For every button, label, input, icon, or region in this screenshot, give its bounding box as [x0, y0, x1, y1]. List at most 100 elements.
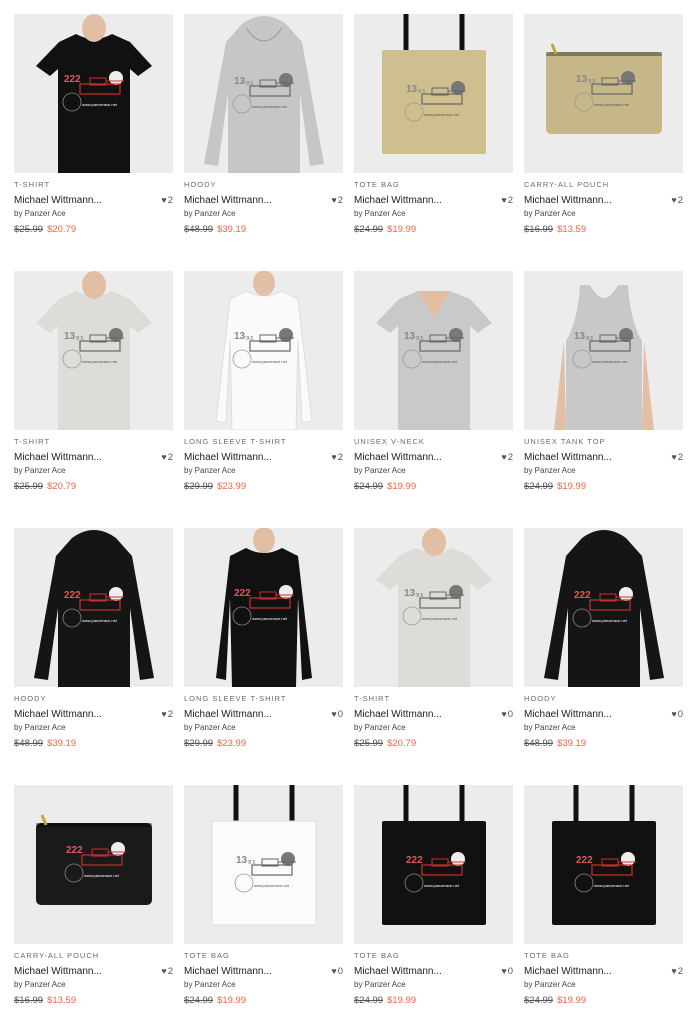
svg-text:www.panzerace.net: www.panzerace.net [252, 359, 288, 364]
like-button[interactable]: ♥2 [671, 966, 683, 977]
product-title[interactable]: Michael Wittmann... [14, 709, 102, 720]
product-category: HOODY [524, 694, 557, 703]
product-image[interactable]: 13₃₁ www.panzerace.net [14, 271, 173, 430]
product-card[interactable]: 222 www.panzerace.net HOODY Michael Witt… [524, 528, 683, 768]
like-button[interactable]: ♥2 [671, 195, 683, 206]
artist-link[interactable]: by Panzer Ace [524, 209, 576, 218]
product-title[interactable]: Michael Wittmann... [524, 709, 612, 720]
product-card[interactable]: 13₃₁ www.panzerace.net UNISEX V-NECK Mic… [354, 271, 513, 511]
artist-link[interactable]: by Panzer Ace [14, 466, 66, 475]
product-card[interactable]: 222 www.panzerace.net TOTE BAG Michael W… [354, 785, 513, 1025]
like-button[interactable]: ♥2 [501, 195, 513, 206]
artist-link[interactable]: by Panzer Ace [184, 980, 236, 989]
artist-link[interactable]: by Panzer Ace [354, 980, 406, 989]
like-button[interactable]: ♥0 [501, 966, 513, 977]
like-button[interactable]: ♥2 [331, 195, 343, 206]
artist-link[interactable]: by Panzer Ace [354, 209, 406, 218]
artist-link[interactable]: by Panzer Ace [524, 980, 576, 989]
product-card[interactable]: 222 www.panzerace.net CARRY-ALL POUCH Mi… [14, 785, 173, 1025]
product-category: LONG SLEEVE T-SHIRT [184, 437, 287, 446]
artist-link[interactable]: by Panzer Ace [524, 723, 576, 732]
product-card[interactable]: 222 www.panzerace.net LONG SLEEVE T-SHIR… [184, 528, 343, 768]
artist-link[interactable]: by Panzer Ace [354, 723, 406, 732]
like-button[interactable]: ♥0 [331, 709, 343, 720]
product-card[interactable]: 222 www.panzerace.net HOODY Michael Witt… [14, 528, 173, 768]
like-button[interactable]: ♥2 [161, 966, 173, 977]
product-title[interactable]: Michael Wittmann... [354, 709, 442, 720]
like-button[interactable]: ♥2 [501, 452, 513, 463]
like-button[interactable]: ♥2 [671, 452, 683, 463]
artist-link[interactable]: by Panzer Ace [184, 723, 236, 732]
product-image[interactable]: 13₃₁ www.panzerace.net [354, 271, 513, 430]
like-button[interactable]: ♥2 [161, 452, 173, 463]
like-button[interactable]: ♥0 [501, 709, 513, 720]
product-card[interactable]: 222 www.panzerace.net TOTE BAG Michael W… [524, 785, 683, 1025]
like-button[interactable]: ♥2 [161, 195, 173, 206]
original-price: $16.99 [14, 995, 44, 1006]
product-image[interactable]: 13₃₁ www.panzerace.net [524, 14, 683, 173]
sale-price: $39.19 [557, 738, 587, 749]
product-category: CARRY-ALL POUCH [14, 951, 100, 960]
sale-price: $39.19 [47, 738, 77, 749]
like-button[interactable]: ♥0 [671, 709, 683, 720]
product-image[interactable]: 222 www.panzerace.net [14, 14, 173, 173]
product-category: TOTE BAG [354, 180, 400, 189]
product-title[interactable]: Michael Wittmann... [184, 195, 272, 206]
product-image[interactable]: 222 www.panzerace.net [14, 528, 173, 687]
product-card[interactable]: 222 www.panzerace.net T-SHIRT Michael Wi… [14, 14, 173, 254]
product-image[interactable]: 13₃₁ www.panzerace.net [354, 528, 513, 687]
product-title[interactable]: Michael Wittmann... [14, 966, 102, 977]
artist-link[interactable]: by Panzer Ace [524, 466, 576, 475]
product-title[interactable]: Michael Wittmann... [354, 966, 442, 977]
product-image[interactable]: 13₃₁ www.panzerace.net [524, 271, 683, 430]
product-image[interactable]: 222 www.panzerace.net [524, 785, 683, 944]
product-image[interactable]: 222 www.panzerace.net [354, 785, 513, 944]
product-title[interactable]: Michael Wittmann... [184, 709, 272, 720]
like-button[interactable]: ♥0 [331, 966, 343, 977]
artist-link[interactable]: by Panzer Ace [184, 466, 236, 475]
product-title[interactable]: Michael Wittmann... [354, 195, 442, 206]
artist-link[interactable]: by Panzer Ace [354, 466, 406, 475]
product-image[interactable]: 13₃₁ www.panzerace.net [184, 271, 343, 430]
product-card[interactable]: 13₃₁ www.panzerace.net CARRY-ALL POUCH M… [524, 14, 683, 254]
product-title[interactable]: Michael Wittmann... [184, 452, 272, 463]
product-title[interactable]: Michael Wittmann... [354, 452, 442, 463]
product-category: CARRY-ALL POUCH [524, 180, 610, 189]
product-title[interactable]: Michael Wittmann... [14, 195, 102, 206]
product-image[interactable]: 13₃₁ www.panzerace.net [184, 785, 343, 944]
product-title[interactable]: Michael Wittmann... [524, 452, 612, 463]
svg-text:www.panzerace.net: www.panzerace.net [252, 616, 288, 621]
price-block: $24.99 $19.99 [524, 481, 586, 492]
artist-link[interactable]: by Panzer Ace [184, 209, 236, 218]
artist-link[interactable]: by Panzer Ace [14, 209, 66, 218]
product-image[interactable]: 222 www.panzerace.net [184, 528, 343, 687]
product-title[interactable]: Michael Wittmann... [524, 195, 612, 206]
price-block: $48.99 $39.19 [14, 738, 76, 749]
price-block: $29.99 $23.99 [184, 481, 246, 492]
price-block: $24.99 $19.99 [524, 995, 586, 1006]
price-block: $25.99 $20.79 [14, 224, 76, 235]
like-button[interactable]: ♥2 [161, 709, 173, 720]
svg-text:www.panzerace.net: www.panzerace.net [424, 112, 460, 117]
sale-price: $19.99 [217, 995, 247, 1006]
product-category: UNISEX V-NECK [354, 437, 425, 446]
price-block: $25.99 $20.79 [14, 481, 76, 492]
artist-link[interactable]: by Panzer Ace [14, 980, 66, 989]
product-image[interactable]: 222 www.panzerace.net [14, 785, 173, 944]
product-card[interactable]: 13₃₁ www.panzerace.net UNISEX TANK TOP M… [524, 271, 683, 511]
product-card[interactable]: 13₃₁ www.panzerace.net LONG SLEEVE T-SHI… [184, 271, 343, 511]
product-image[interactable]: 222 www.panzerace.net [524, 528, 683, 687]
price-block: $24.99 $19.99 [184, 995, 246, 1006]
product-title[interactable]: Michael Wittmann... [14, 452, 102, 463]
product-card[interactable]: 13₃₁ www.panzerace.net TOTE BAG Michael … [184, 785, 343, 1025]
product-title[interactable]: Michael Wittmann... [184, 966, 272, 977]
artist-link[interactable]: by Panzer Ace [14, 723, 66, 732]
product-card[interactable]: 13₃₁ www.panzerace.net TOTE BAG Michael … [354, 14, 513, 254]
product-card[interactable]: 13₃₁ www.panzerace.net T-SHIRT Michael W… [14, 271, 173, 511]
product-image[interactable]: 13₃₁ www.panzerace.net [354, 14, 513, 173]
product-title[interactable]: Michael Wittmann... [524, 966, 612, 977]
product-card[interactable]: 13₃₁ www.panzerace.net T-SHIRT Michael W… [354, 528, 513, 768]
like-button[interactable]: ♥2 [331, 452, 343, 463]
product-image[interactable]: 13₃₁ www.panzerace.net [184, 14, 343, 173]
product-card[interactable]: 13₃₁ www.panzerace.net HOODY Michael Wit… [184, 14, 343, 254]
